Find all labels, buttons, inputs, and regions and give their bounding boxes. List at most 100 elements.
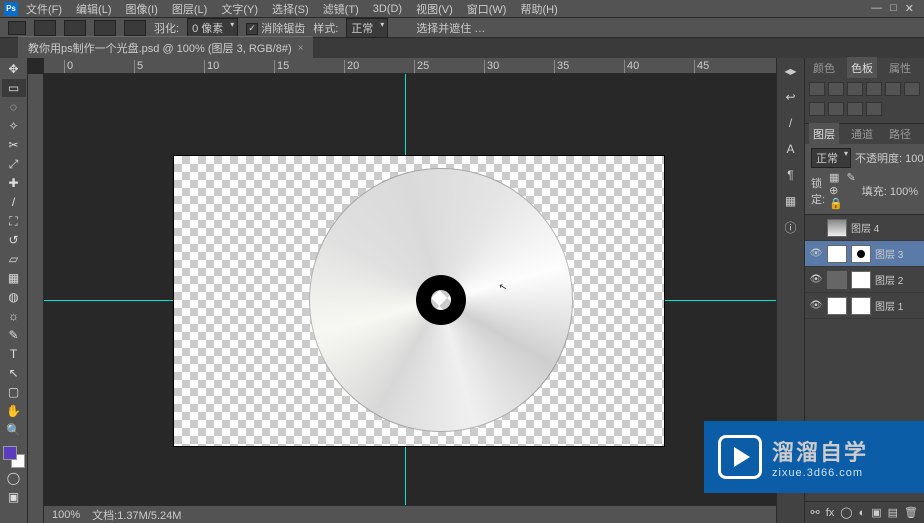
- layer-row[interactable]: 图层 4: [805, 215, 924, 241]
- screenmode-tool[interactable]: ▣: [2, 488, 26, 506]
- path-tool[interactable]: ↖: [2, 364, 26, 382]
- stamp-tool[interactable]: ⛶: [2, 212, 26, 230]
- artboard[interactable]: ↖: [174, 156, 664, 446]
- layer-thumb[interactable]: [827, 245, 847, 263]
- layer-name[interactable]: 图层 2: [875, 272, 903, 287]
- status-zoom[interactable]: 100%: [52, 509, 80, 521]
- crop-tool[interactable]: ✂: [2, 136, 26, 154]
- adj-icon[interactable]: [809, 102, 825, 116]
- brush-tool[interactable]: /: [2, 193, 26, 211]
- fg-color[interactable]: [3, 446, 17, 460]
- wand-tool[interactable]: ✧: [2, 117, 26, 135]
- menu-select[interactable]: 选择(S): [266, 0, 315, 19]
- active-tool-icon[interactable]: [8, 21, 26, 35]
- adj-icon[interactable]: [847, 102, 863, 116]
- tab-properties[interactable]: 属性: [885, 57, 915, 79]
- menu-3d[interactable]: 3D(D): [367, 1, 408, 17]
- info-panel-icon[interactable]: ⓘ: [780, 216, 802, 238]
- history-brush-tool[interactable]: ↺: [2, 231, 26, 249]
- adj-icon[interactable]: [866, 102, 882, 116]
- pen-tool[interactable]: ✎: [2, 326, 26, 344]
- layer-mask-thumb[interactable]: [851, 245, 871, 263]
- layer-thumb[interactable]: [827, 271, 847, 289]
- shape-tool[interactable]: ▢: [2, 383, 26, 401]
- menu-filter[interactable]: 滤镜(T): [317, 0, 365, 19]
- layer-thumb[interactable]: [827, 297, 847, 315]
- trash-icon[interactable]: 🗑: [904, 506, 918, 519]
- lasso-tool[interactable]: ◌: [2, 98, 26, 116]
- close-icon[interactable]: ✕: [905, 2, 914, 15]
- tab-color[interactable]: 颜色: [809, 57, 839, 79]
- cd-disc-shape[interactable]: ↖: [309, 168, 573, 432]
- layer-mask-thumb[interactable]: [851, 271, 871, 289]
- layer-fx-icon[interactable]: fx: [826, 507, 835, 519]
- maximize-icon[interactable]: □: [890, 2, 897, 15]
- menu-window[interactable]: 窗口(W): [461, 0, 513, 19]
- adj-icon[interactable]: [904, 82, 920, 96]
- adj-icon[interactable]: [847, 82, 863, 96]
- menu-view[interactable]: 视图(V): [410, 0, 459, 19]
- dodge-tool[interactable]: ☼: [2, 307, 26, 325]
- adj-icon[interactable]: [809, 82, 825, 96]
- marquee-mode-sub[interactable]: [94, 20, 116, 36]
- layer-thumb[interactable]: [827, 219, 847, 237]
- eyedropper-tool[interactable]: ⤢: [2, 155, 26, 173]
- style-dropdown[interactable]: 正常: [346, 18, 388, 38]
- document-tab[interactable]: 教你用ps制作一个光盘.psd @ 100% (图层 3, RGB/8#) ×: [18, 36, 313, 59]
- tab-paths[interactable]: 路径: [885, 123, 915, 145]
- marquee-mode-int[interactable]: [124, 20, 146, 36]
- quickmask-tool[interactable]: ◯: [2, 469, 26, 487]
- layer-name[interactable]: 图层 3: [875, 246, 903, 261]
- layer-row[interactable]: 👁 图层 1: [805, 293, 924, 319]
- adj-icon[interactable]: [828, 82, 844, 96]
- ruler-vertical[interactable]: [28, 74, 44, 523]
- layer-mask-icon[interactable]: ◯: [840, 506, 852, 519]
- blend-mode-dropdown[interactable]: 正常: [811, 148, 851, 168]
- adj-icon[interactable]: [866, 82, 882, 96]
- move-tool[interactable]: ✥: [2, 60, 26, 78]
- eraser-tool[interactable]: ▱: [2, 250, 26, 268]
- char-panel-icon[interactable]: A: [780, 138, 802, 160]
- healing-tool[interactable]: ✚: [2, 174, 26, 192]
- tab-layers[interactable]: 图层: [809, 123, 839, 145]
- menu-help[interactable]: 帮助(H): [514, 0, 563, 19]
- link-layers-icon[interactable]: ⚯: [810, 506, 819, 519]
- adjust-layer-icon[interactable]: ◐: [859, 507, 866, 519]
- layer-name[interactable]: 图层 1: [875, 298, 903, 313]
- layer-mask-thumb[interactable]: [851, 297, 871, 315]
- hand-tool[interactable]: ✋: [2, 402, 26, 420]
- tab-close-icon[interactable]: ×: [298, 43, 304, 54]
- zoom-tool[interactable]: 🔍: [2, 421, 26, 439]
- canvas[interactable]: ↖: [44, 74, 776, 505]
- opacity-value[interactable]: 100%: [905, 153, 924, 165]
- marquee-mode-new[interactable]: [34, 20, 56, 36]
- minimize-icon[interactable]: —: [871, 2, 882, 15]
- menu-image[interactable]: 图像(I): [120, 0, 164, 19]
- menu-type[interactable]: 文字(Y): [215, 0, 264, 19]
- marquee-mode-add[interactable]: [64, 20, 86, 36]
- swatch-panel-icon[interactable]: ▦: [780, 190, 802, 212]
- visibility-icon[interactable]: 👁: [809, 274, 823, 285]
- lock-icons[interactable]: ▦ ✎ ⊕ 🔒: [829, 171, 858, 210]
- visibility-icon[interactable]: 👁: [809, 248, 823, 259]
- adj-icon[interactable]: [885, 82, 901, 96]
- menu-edit[interactable]: 编辑(L): [70, 0, 117, 19]
- history-icon[interactable]: ↩: [780, 86, 802, 108]
- menu-file[interactable]: 文件(F): [20, 0, 68, 19]
- tab-swatches[interactable]: 色板: [847, 57, 877, 79]
- visibility-icon[interactable]: 👁: [809, 300, 823, 311]
- feather-value[interactable]: 0 像素: [187, 18, 238, 38]
- new-layer-icon[interactable]: ▤: [888, 506, 898, 519]
- brush-panel-icon[interactable]: /: [780, 112, 802, 134]
- blur-tool[interactable]: ◍: [2, 288, 26, 306]
- antialias-option[interactable]: 消除锯齿: [246, 20, 305, 36]
- menu-layer[interactable]: 图层(L): [166, 0, 213, 19]
- folder-icon[interactable]: ▣: [871, 506, 881, 519]
- type-tool[interactable]: T: [2, 345, 26, 363]
- para-panel-icon[interactable]: ¶: [780, 164, 802, 186]
- color-swatches[interactable]: [3, 446, 25, 468]
- layer-row[interactable]: 👁 图层 3: [805, 241, 924, 267]
- layer-row[interactable]: 👁 图层 2: [805, 267, 924, 293]
- gradient-tool[interactable]: ▦: [2, 269, 26, 287]
- layer-name[interactable]: 图层 4: [851, 220, 879, 235]
